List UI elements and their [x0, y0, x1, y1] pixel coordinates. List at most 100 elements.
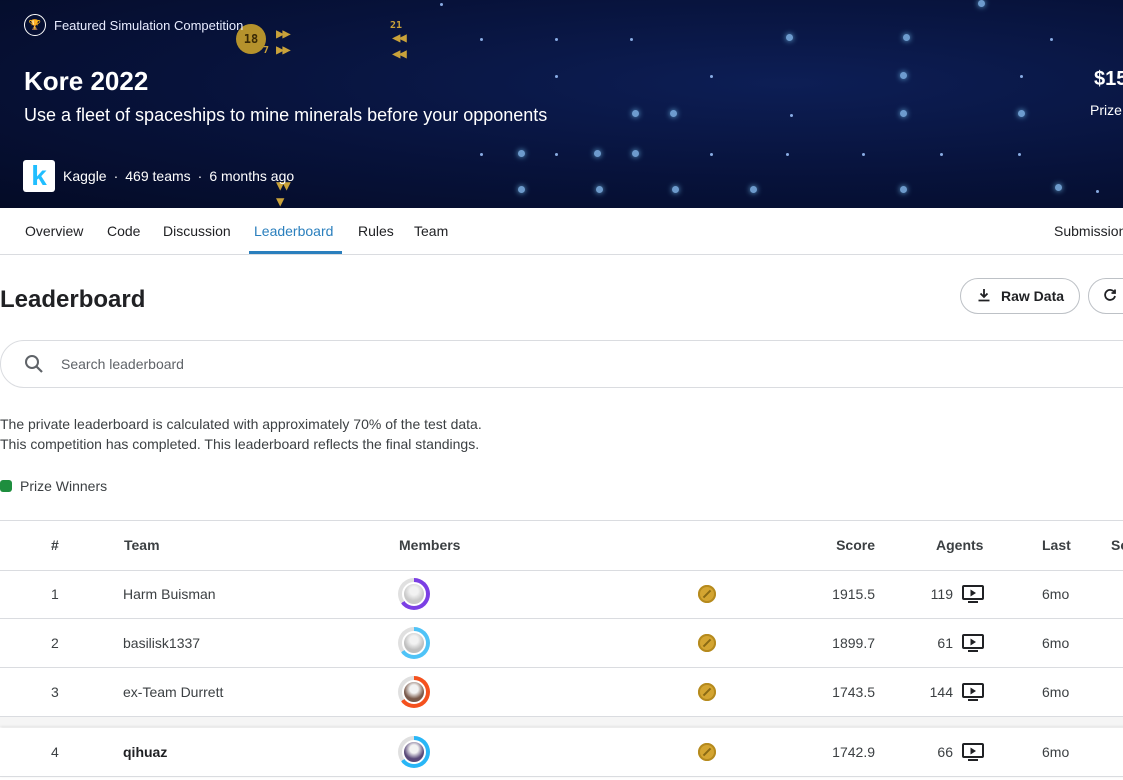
score-cell: 1899.7 [832, 635, 875, 651]
star-decoration [903, 34, 910, 41]
info-line: This competition has completed. This lea… [0, 436, 480, 452]
table-row[interactable]: 2 basilisk1337 1899.7 61 6mo [0, 619, 1123, 668]
tab-leaderboard[interactable]: Leaderboard [254, 208, 333, 254]
team-name-link[interactable]: ex-Team Durrett [123, 668, 223, 716]
star-decoration [940, 153, 943, 156]
score-cell: 1915.5 [832, 586, 875, 602]
last-submission-cell: 6mo [1042, 586, 1070, 602]
team-name-link[interactable]: qihuaz [123, 728, 167, 776]
avatar-image [402, 582, 426, 606]
host-info: k Kaggle · 469 teams · 6 months ago [23, 160, 294, 192]
star-decoration [1020, 75, 1023, 78]
kaggle-logo-icon[interactable]: k [23, 160, 55, 192]
star-decoration [710, 153, 713, 156]
leaderboard-info: The private leaderboard is calculated wi… [0, 414, 482, 454]
table-header: # Team Members Score Agents Last Sc [0, 521, 1123, 571]
gold-medal-icon [698, 683, 716, 701]
agents-count: 61 [937, 635, 953, 651]
star-decoration [670, 110, 677, 117]
star-decoration [630, 38, 633, 41]
trophy-icon: 🏆 [24, 14, 46, 36]
shipyard-count: 18 [243, 32, 259, 46]
column-header-team[interactable]: Team [124, 521, 160, 570]
column-header-last[interactable]: Last [1042, 521, 1071, 570]
leaderboard-table: # Team Members Score Agents Last Sc [0, 520, 1123, 571]
member-avatar[interactable] [398, 736, 430, 768]
competition-category: 🏆 Featured Simulation Competition [24, 14, 243, 36]
star-decoration [862, 153, 865, 156]
category-label: Featured Simulation Competition [54, 17, 244, 33]
star-decoration [594, 150, 601, 157]
team-name-link[interactable]: Harm Buisman [123, 570, 216, 618]
prize-label: Prize [1090, 102, 1122, 118]
team-name-link[interactable]: basilisk1337 [123, 619, 200, 667]
rank-cell: 4 [51, 744, 59, 760]
table-row[interactable]: 3 ex-Team Durrett 1743.5 144 6mo [0, 668, 1123, 717]
separator-dot: · [113, 168, 119, 184]
member-avatar[interactable] [398, 578, 430, 610]
star-decoration [1096, 190, 1099, 193]
play-episodes-icon[interactable] [962, 585, 984, 603]
avatar-image [402, 740, 426, 764]
star-decoration [632, 150, 639, 157]
star-decoration [1050, 38, 1053, 41]
host-name[interactable]: Kaggle [63, 168, 107, 184]
tab-overview[interactable]: Overview [25, 208, 83, 254]
star-decoration [480, 38, 483, 41]
gold-medal-icon [698, 743, 716, 761]
star-decoration [978, 0, 985, 7]
refresh-button[interactable] [1088, 278, 1123, 314]
tab-team[interactable]: Team [414, 208, 448, 254]
star-decoration [710, 75, 713, 78]
play-episodes-icon[interactable] [962, 743, 984, 761]
rank-cell: 3 [51, 684, 59, 700]
gold-medal-icon [698, 585, 716, 603]
tab-rules[interactable]: Rules [358, 208, 394, 254]
agents-count: 119 [930, 586, 953, 602]
play-episodes-icon[interactable] [962, 683, 984, 701]
fleet-sprite: ◀◀ ◀◀ [392, 30, 407, 62]
table-row[interactable]: 4 qihuaz 1742.9 66 6mo [0, 728, 1123, 777]
star-decoration [1055, 184, 1062, 191]
star-decoration [480, 153, 483, 156]
star-decoration [672, 186, 679, 193]
score-cell: 1742.9 [832, 744, 875, 760]
legend-label: Prize Winners [20, 478, 108, 494]
raw-data-button[interactable]: Raw Data [960, 278, 1080, 314]
info-line: The private leaderboard is calculated wi… [0, 416, 482, 432]
star-decoration [555, 38, 558, 41]
search-input[interactable] [59, 355, 663, 373]
star-decoration [786, 34, 793, 41]
column-header-score[interactable]: Score [800, 521, 875, 570]
table-row[interactable]: 1 Harm Buisman 1915.5 119 6mo [0, 570, 1123, 619]
teams-count: 469 teams [125, 168, 191, 184]
competition-tabs: Overview Code Discussion Leaderboard Rul… [0, 208, 1123, 255]
star-decoration [786, 153, 789, 156]
star-decoration [750, 186, 757, 193]
agents-count: 144 [929, 684, 953, 700]
active-tab-indicator [249, 251, 342, 254]
play-episodes-icon[interactable] [962, 634, 984, 652]
avatar-image [402, 680, 426, 704]
tab-discussion[interactable]: Discussion [163, 208, 231, 254]
column-header-submissions[interactable]: Sc [1111, 521, 1123, 570]
separator-dot: · [197, 168, 203, 184]
score-cell: 1743.5 [832, 684, 875, 700]
star-decoration [900, 110, 907, 117]
member-avatar[interactable] [398, 676, 430, 708]
tab-code[interactable]: Code [107, 208, 140, 254]
last-submission-cell: 6mo [1042, 635, 1070, 651]
refresh-icon [1103, 288, 1117, 305]
rank-cell: 2 [51, 635, 59, 651]
pinned-row-separator [0, 717, 1123, 727]
member-avatar[interactable] [398, 627, 430, 659]
star-decoration [440, 3, 443, 6]
star-decoration [900, 186, 907, 193]
competition-subtitle: Use a fleet of spaceships to mine minera… [24, 105, 548, 125]
competition-title: Kore 2022 [24, 66, 149, 96]
tab-submissions[interactable]: Submissions [1054, 208, 1123, 254]
page-title: Leaderboard [0, 286, 146, 313]
column-header-rank[interactable]: # [51, 521, 59, 570]
column-header-agents[interactable]: Agents [936, 521, 983, 570]
column-header-members[interactable]: Members [399, 521, 460, 570]
